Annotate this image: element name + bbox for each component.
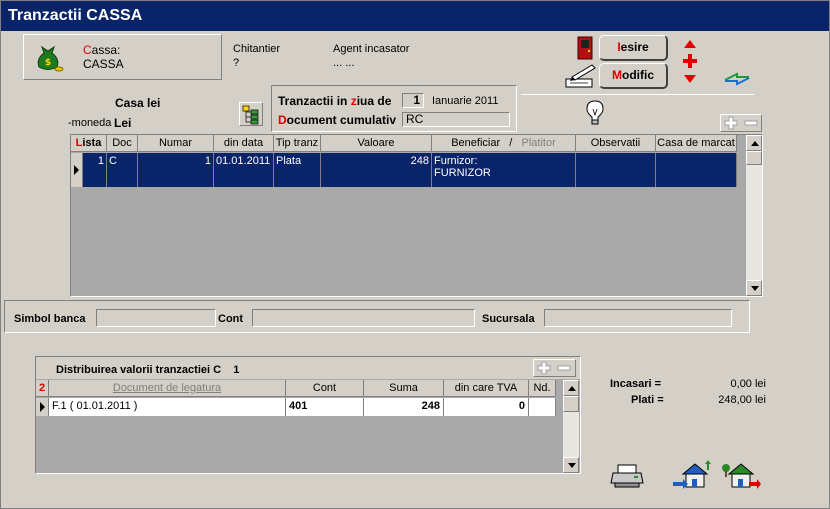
simbol-banca-input[interactable] (96, 309, 216, 327)
transfer-arrows-icon[interactable] (723, 72, 751, 89)
sucursala-input[interactable] (544, 309, 732, 327)
move-down-icon[interactable] (684, 74, 696, 86)
title-bar: Tranzactii CASSA (1, 1, 829, 31)
dist-header-suma[interactable]: Suma (364, 380, 444, 397)
dist-cell-cont[interactable]: 401 (286, 398, 364, 416)
cell-tip[interactable]: Plata (274, 153, 321, 187)
grid-header-lista[interactable]: Lista (71, 135, 107, 152)
distribution-add-remove (533, 359, 576, 377)
dist-cell-nd[interactable] (529, 398, 556, 416)
cassa-value: CASSA (83, 57, 124, 71)
exit-door-icon[interactable] (575, 36, 595, 60)
printer-icon[interactable] (610, 463, 644, 492)
bank-panel: Simbol banca Cont Sucursala (4, 300, 750, 333)
cell-numar[interactable]: 1 (138, 153, 214, 187)
move-up-icon[interactable] (684, 39, 696, 51)
cell-lista[interactable]: 1 (83, 153, 107, 187)
dist-header-nd[interactable]: Nd. (529, 380, 556, 397)
dist-cell-suma[interactable]: 248 (364, 398, 444, 416)
transactions-grid: Lista Doc Numar din data Tip tranz Valoa… (70, 134, 763, 297)
grid-header-doc[interactable]: Doc (107, 135, 138, 152)
casa-title: Casa lei (115, 96, 161, 110)
plati-label: Plati = (631, 394, 664, 406)
zi-label: Tranzactii in ziua de (278, 94, 392, 108)
lightbulb-icon[interactable] (585, 99, 605, 130)
distribution-add-icon[interactable] (536, 361, 552, 378)
zi-month: Ianuarie 2011 (432, 95, 499, 107)
cassa-label: Cassa: (83, 43, 121, 57)
doc-cumulativ-label: Document cumulativ (278, 113, 397, 127)
separator (521, 94, 754, 95)
dist-scroll-up-button[interactable] (563, 380, 579, 396)
plati-value: 248,00 lei (718, 394, 766, 406)
dist-header-num: 2 (36, 380, 49, 397)
dist-scroll-thumb[interactable] (563, 396, 579, 412)
dist-cell-tva[interactable]: 0 (444, 398, 529, 416)
cell-din-data[interactable]: 01.01.2011 (214, 153, 274, 187)
grid-header-valoare[interactable]: Valoare (321, 135, 432, 152)
house-tree-icon[interactable] (721, 460, 761, 493)
agent-label: Agent incasator (333, 43, 410, 55)
distribution-header-bar: Distribuirea valorii tranzactiei C 1 (36, 357, 580, 379)
chitantier-value: ? (233, 57, 240, 69)
incasari-label: Incasari = (610, 378, 662, 390)
modific-button[interactable]: Modific (599, 63, 668, 89)
cell-doc[interactable]: C (107, 153, 138, 187)
moneda-label: -moneda (68, 117, 112, 129)
cont-label: Cont (218, 313, 244, 325)
grid-header-casa-marcat[interactable]: Casa de marcat (656, 135, 737, 152)
grid-header-din-data[interactable]: din data (214, 135, 274, 152)
grid-header-tip[interactable]: Tip tranz (274, 135, 321, 152)
scroll-thumb[interactable] (746, 151, 762, 165)
main-window: Tranzactii CASSA $ Cassa: CASSA Chitanti… (0, 0, 830, 509)
cell-casa-marcat[interactable] (656, 153, 737, 187)
dist-row-indicator[interactable] (36, 398, 49, 416)
iesire-button[interactable]: Iesire (599, 35, 668, 61)
house-arrow-icon[interactable] (671, 460, 711, 493)
distribution-remove-icon[interactable] (556, 361, 572, 378)
zi-input[interactable]: 1 (402, 93, 424, 108)
cassa-panel: $ Cassa: CASSA (23, 34, 222, 80)
grid-scrollbar[interactable] (746, 135, 762, 296)
grid-add-icon[interactable] (723, 116, 739, 133)
grid-header-beneficiar[interactable]: Beneficiar / Platitor (432, 135, 576, 152)
distribution-grid: Distribuirea valorii tranzactiei C 1 2 D… (35, 356, 581, 474)
grid-header-numar[interactable]: Numar (138, 135, 214, 152)
cell-beneficiar[interactable]: Furnizor: FURNIZOR (432, 153, 576, 187)
dist-header-document[interactable]: Document de legatura (49, 380, 286, 397)
edit-pen-icon[interactable] (564, 63, 598, 89)
distribution-scrollbar[interactable] (563, 380, 579, 473)
scroll-down-button[interactable] (746, 280, 762, 296)
moneda-value: Lei (114, 116, 132, 130)
simbol-banca-label: Simbol banca (14, 313, 86, 325)
dist-cell-document[interactable]: F.1 ( 01.01.2011 ) (49, 398, 286, 416)
chitantier-label: Chitantier (233, 43, 281, 55)
add-red-plus-icon[interactable] (683, 54, 697, 71)
cell-valoare[interactable]: 248 (321, 153, 432, 187)
cell-observatii[interactable] (576, 153, 656, 187)
money-bag-icon: $ (32, 41, 64, 73)
tree-view-icon[interactable] (239, 102, 263, 126)
grid-add-remove (720, 114, 762, 132)
dist-scroll-down-button[interactable] (563, 457, 579, 473)
dist-header-tva[interactable]: din care TVA (444, 380, 529, 397)
sucursala-label: Sucursala (482, 313, 535, 325)
row-indicator[interactable] (71, 153, 83, 187)
window-title: Tranzactii CASSA (8, 7, 143, 24)
grid-header-observatii[interactable]: Observatii (576, 135, 656, 152)
svg-text:$: $ (45, 58, 51, 68)
grid-remove-icon[interactable] (743, 116, 759, 133)
scroll-up-button[interactable] (746, 135, 762, 151)
dist-header-cont[interactable]: Cont (286, 380, 364, 397)
distribution-title: Distribuirea valorii tranzactiei C 1 (56, 364, 240, 376)
cont-input[interactable] (252, 309, 475, 327)
incasari-value: 0,00 lei (730, 378, 766, 390)
agent-value: ... ... (333, 57, 355, 69)
doc-cumulativ-input[interactable]: RC (402, 112, 510, 127)
filter-panel: Tranzactii in ziua de 1 Ianuarie 2011 Do… (271, 85, 517, 132)
